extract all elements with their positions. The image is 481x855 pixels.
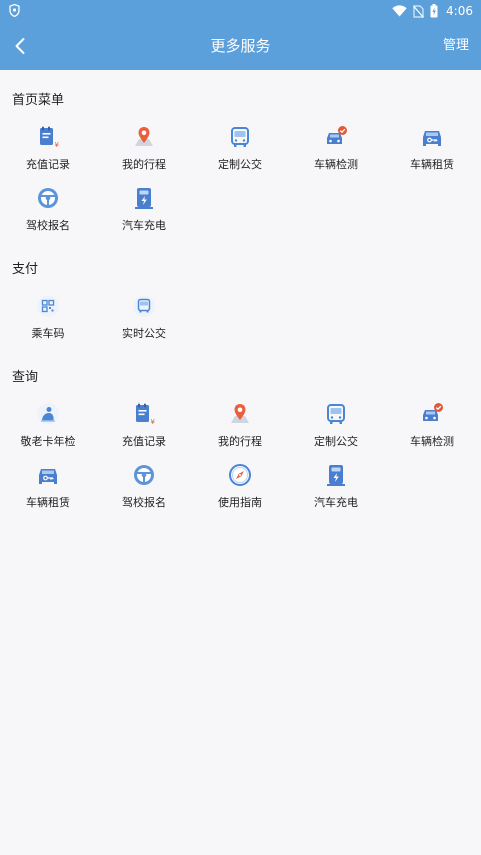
elder-card-icon xyxy=(37,403,59,425)
service-label: 汽车充电 xyxy=(122,219,166,232)
status-time: 4:06 xyxy=(446,4,473,18)
service-label: 我的行程 xyxy=(122,158,166,171)
section-title-payment: 支付 xyxy=(12,262,39,277)
battery-icon xyxy=(430,4,438,18)
service-label: 驾校报名 xyxy=(122,496,166,509)
service-custom-bus[interactable]: 定制公交 xyxy=(288,402,384,454)
service-driving-school[interactable]: 驾校报名 xyxy=(0,186,96,238)
service-elder-card-inspection[interactable]: 敬老卡年检 xyxy=(0,402,96,454)
service-label: 乘车码 xyxy=(31,327,65,340)
service-label: 实时公交 xyxy=(122,327,166,340)
service-label: 车辆检测 xyxy=(314,158,358,171)
section-title-home-menu: 首页菜单 xyxy=(12,93,65,108)
service-label: 车辆租赁 xyxy=(410,158,454,171)
service-label: 我的行程 xyxy=(218,435,262,448)
recharge-record-icon: ¥ xyxy=(40,126,60,149)
service-car-rental[interactable]: 车辆租赁 xyxy=(0,463,96,515)
bus-icon xyxy=(327,404,345,424)
service-ride-code[interactable]: 乘车码 xyxy=(0,294,96,346)
service-label: 使用指南 xyxy=(218,496,262,509)
steering-wheel-icon xyxy=(134,465,154,485)
svg-text:¥: ¥ xyxy=(55,141,60,149)
service-custom-bus[interactable]: 定制公交 xyxy=(192,125,288,177)
car-rental-icon xyxy=(39,469,57,484)
service-label: 定制公交 xyxy=(314,435,358,448)
map-pin-icon xyxy=(135,127,153,146)
charging-station-icon xyxy=(135,188,153,209)
no-sim-icon xyxy=(413,4,424,18)
service-my-trip[interactable]: 我的行程 xyxy=(192,402,288,454)
service-label: 驾校报名 xyxy=(26,219,70,232)
compass-icon xyxy=(229,464,251,486)
service-user-guide[interactable]: 使用指南 xyxy=(192,463,288,515)
wifi-icon xyxy=(392,5,407,17)
service-car-inspection[interactable]: 车辆检测 xyxy=(288,125,384,177)
service-car-charging[interactable]: 汽车充电 xyxy=(288,463,384,515)
car-rental-icon xyxy=(423,131,441,146)
car-check-icon xyxy=(423,403,443,421)
service-car-rental[interactable]: 车辆租赁 xyxy=(384,125,480,177)
service-label: 充值记录 xyxy=(122,435,166,448)
service-label: 汽车充电 xyxy=(314,496,358,509)
map-pin-icon xyxy=(231,404,249,423)
charging-station-icon xyxy=(327,465,345,486)
steering-wheel-icon xyxy=(38,188,58,208)
page-title: 更多服务 xyxy=(210,37,271,55)
status-bar: 4:06 xyxy=(0,0,481,22)
service-car-charging[interactable]: 汽车充电 xyxy=(96,186,192,238)
app-bar: 更多服务 管理 xyxy=(0,22,481,70)
service-label: 车辆检测 xyxy=(410,435,454,448)
shield-icon xyxy=(9,4,20,17)
service-label: 车辆租赁 xyxy=(26,496,70,509)
service-driving-school[interactable]: 驾校报名 xyxy=(96,463,192,515)
service-recharge-record[interactable]: ¥ 充值记录 xyxy=(96,402,192,454)
bus-icon xyxy=(133,295,155,317)
service-my-trip[interactable]: 我的行程 xyxy=(96,125,192,177)
recharge-record-icon: ¥ xyxy=(136,403,156,426)
svg-text:¥: ¥ xyxy=(151,418,156,426)
section-title-query: 查询 xyxy=(12,370,39,385)
service-label: 充值记录 xyxy=(26,158,70,171)
service-realtime-bus[interactable]: 实时公交 xyxy=(96,294,192,346)
service-recharge-record[interactable]: ¥ 充值记录 xyxy=(0,125,96,177)
bus-icon xyxy=(231,127,249,147)
service-label: 定制公交 xyxy=(218,158,262,171)
service-label: 敬老卡年检 xyxy=(20,435,76,448)
manage-button[interactable]: 管理 xyxy=(443,22,469,70)
service-car-inspection[interactable]: 车辆检测 xyxy=(384,402,480,454)
car-check-icon xyxy=(327,126,347,144)
qr-code-icon xyxy=(37,295,59,317)
